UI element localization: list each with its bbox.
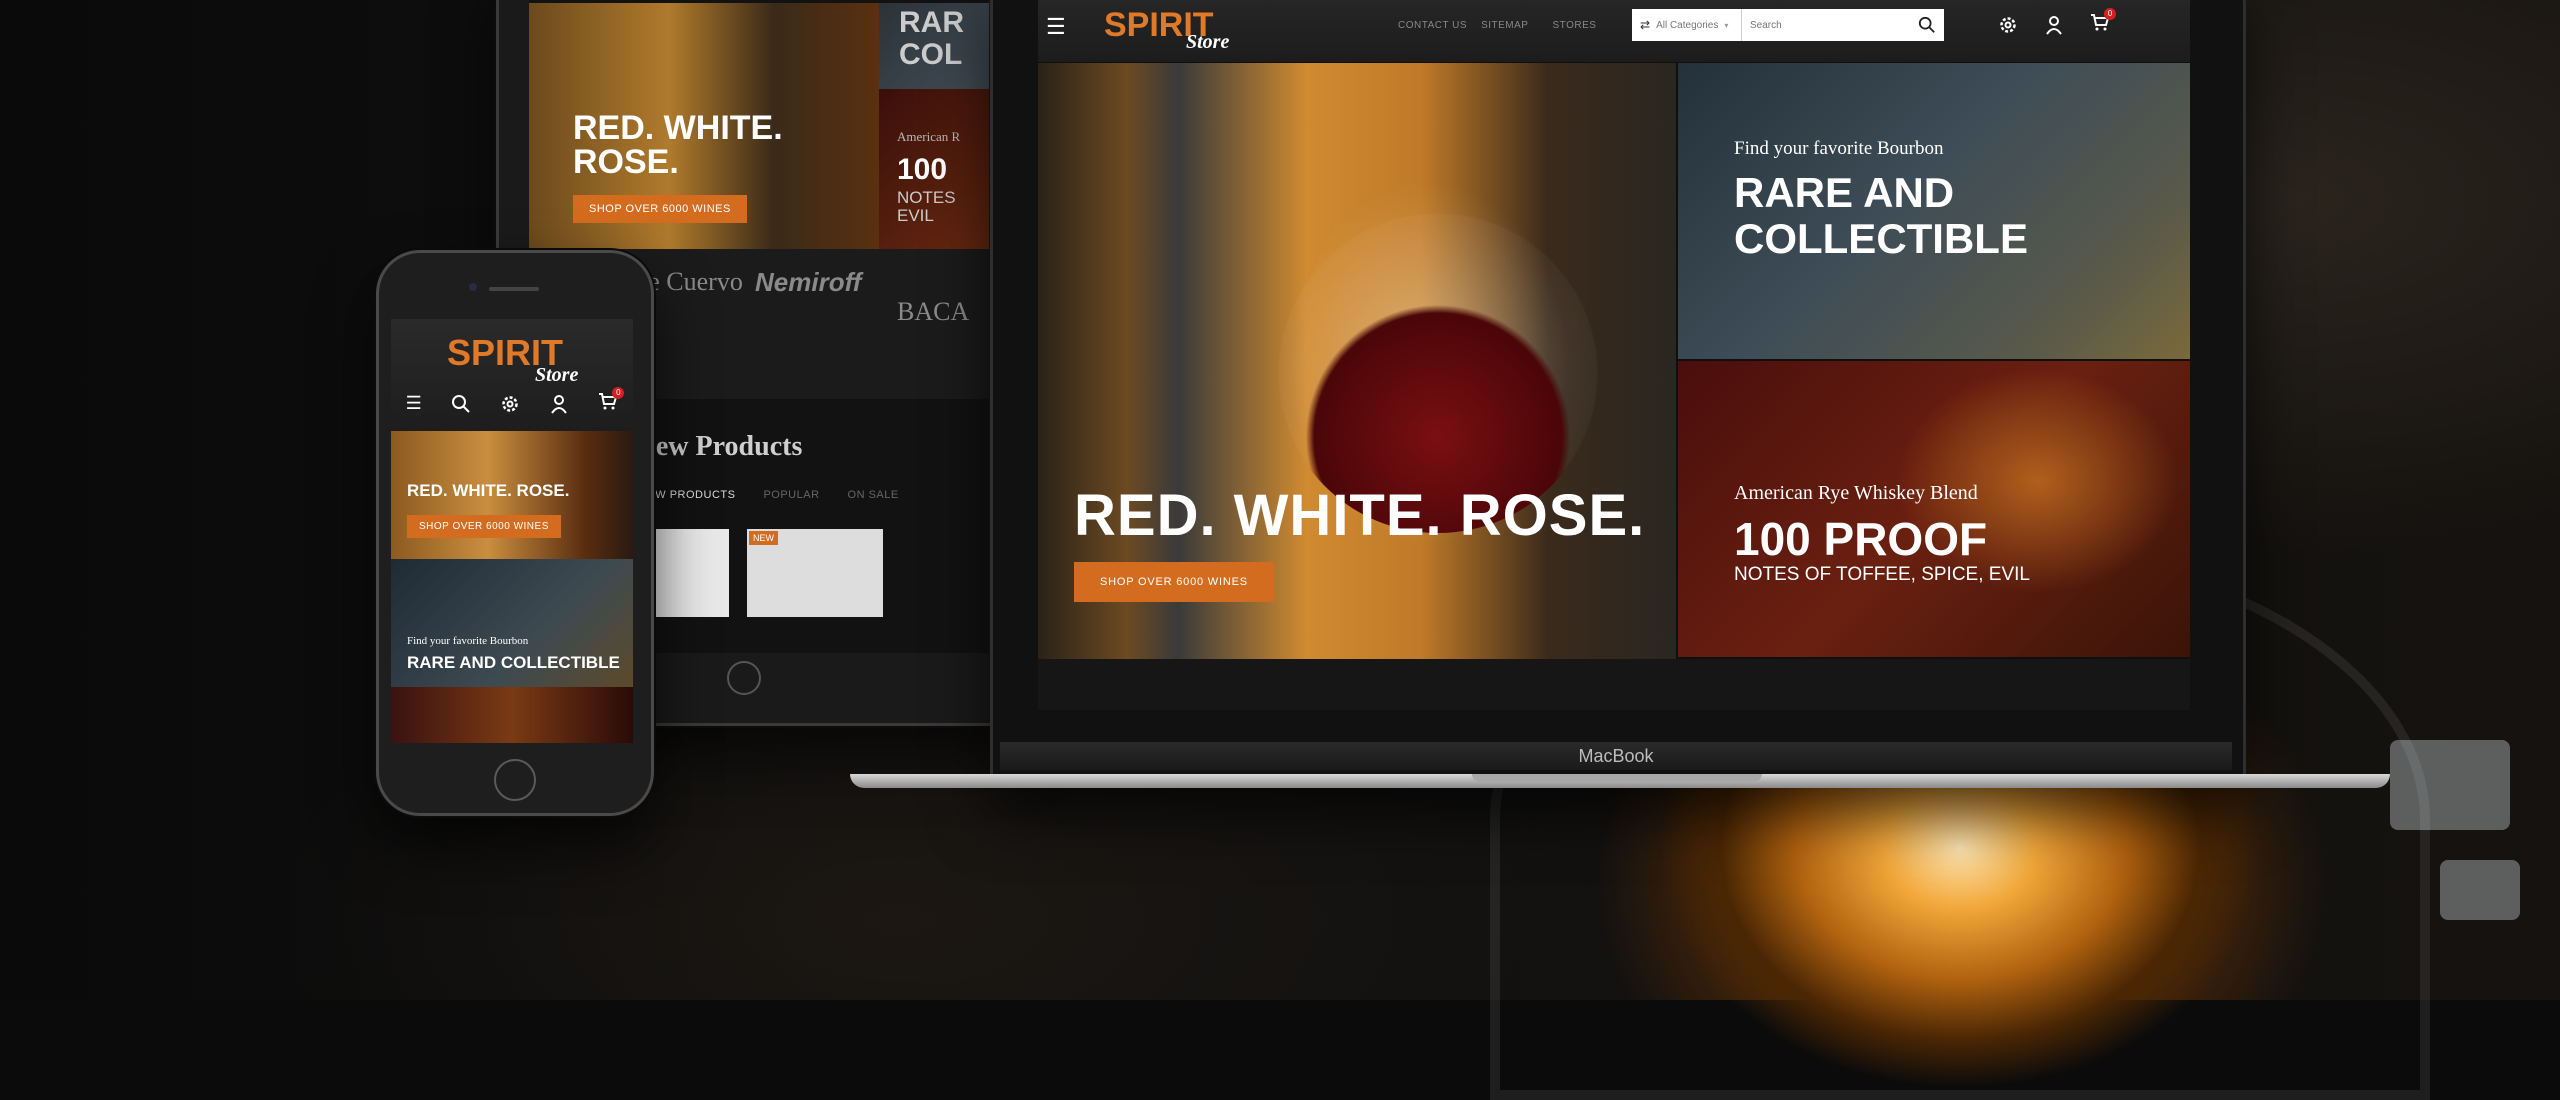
site-logo[interactable]: SPIRIT Store — [1104, 4, 1254, 61]
ice-cube-image — [2440, 860, 2520, 920]
category-select-value: All Categories — [1656, 19, 1719, 31]
menu-icon[interactable]: ☰ — [1046, 14, 1066, 40]
top-nav: CONTACT US SITEMAP STORES — [1398, 20, 1596, 31]
phone-screen: SPIRIT Store ☰ 0 RED. WHITE. ROSE. SHOP … — [391, 319, 633, 743]
cart-count-badge: 0 — [612, 387, 625, 399]
phone-home-button[interactable] — [494, 759, 536, 801]
phone-device: SPIRIT Store ☰ 0 RED. WHITE. ROSE. SHOP … — [376, 250, 654, 816]
cart-count-badge: 0 — [2104, 8, 2116, 20]
search-button[interactable] — [1910, 9, 1944, 41]
gear-icon[interactable] — [500, 394, 520, 414]
nav-contact-us[interactable]: CONTACT US — [1398, 20, 1467, 31]
tablet-home-button[interactable] — [727, 661, 761, 695]
product-tabs: NEW PRODUCTS POPULAR ON SALE — [639, 489, 899, 501]
bourbon-title: RARE AND COLLECTIBLE — [1734, 169, 2028, 262]
hero-title: RED. WHITE. ROSE. — [1074, 483, 1646, 548]
tab-on-sale[interactable]: ON SALE — [848, 489, 899, 501]
phone-icon-bar: ☰ 0 — [391, 387, 633, 416]
phone-hero2-title: RARE AND COLLECTIBLE — [407, 653, 620, 672]
nav-sitemap[interactable]: SITEMAP — [1481, 20, 1528, 31]
gear-icon[interactable] — [1998, 15, 2018, 35]
user-icon[interactable] — [2044, 15, 2064, 35]
chevron-down-icon: ▾ — [1724, 20, 1729, 30]
bourbon-subtitle: Find your favorite Bourbon — [1734, 138, 1944, 159]
phone-shop-button[interactable]: SHOP OVER 6000 WINES — [407, 515, 561, 538]
ice-cube-image — [2390, 740, 2510, 830]
header-actions: 0 — [1998, 8, 2116, 37]
tablet-notes: NOTES EVIL — [897, 188, 956, 225]
new-badge: NEW — [749, 531, 778, 545]
shop-wines-button[interactable]: SHOP OVER 6000 WINES — [1074, 562, 1274, 602]
search-input[interactable] — [1742, 18, 1910, 32]
phone-camera — [469, 283, 477, 291]
nav-stores[interactable]: STORES — [1552, 20, 1596, 31]
search-bar: ⇄ All Categories ▾ — [1632, 9, 1944, 41]
laptop-screen: ☰ SPIRIT Store CONTACT US SITEMAP STORES… — [1038, 0, 2190, 710]
logo-script: Store — [1186, 31, 1229, 53]
rye-title: 100 PROOF — [1734, 513, 1988, 565]
shuffle-icon: ⇄ — [1640, 18, 1651, 32]
cart-button[interactable]: 0 — [2090, 8, 2116, 37]
laptop-brand-label: MacBook — [1578, 746, 1654, 766]
rye-whiskey-banner[interactable] — [1678, 361, 2190, 657]
logo-script: Store — [535, 364, 578, 386]
tablet-proof-title: 100 — [897, 153, 948, 186]
cart-button[interactable]: 0 — [598, 387, 625, 416]
phone-hero2-subtitle: Find your favorite Bourbon — [407, 635, 529, 647]
search-icon[interactable] — [451, 394, 471, 414]
spirit-store-logo: SPIRIT Store — [447, 332, 578, 386]
rye-notes: NOTES OF TOFFEE, SPICE, EVIL — [1734, 564, 2030, 585]
tablet-shop-button[interactable]: SHOP OVER 6000 WINES — [573, 195, 747, 223]
menu-icon[interactable]: ☰ — [406, 393, 422, 414]
user-icon[interactable] — [549, 394, 569, 414]
laptop-base-notch — [1472, 774, 1762, 782]
product-card[interactable]: NEW — [747, 529, 883, 617]
tablet-hero-title: RED. WHITE. ROSE. — [573, 109, 783, 181]
laptop-chin: MacBook — [1000, 742, 2232, 770]
tablet-rare-title: RAR COL — [899, 6, 964, 71]
rye-subtitle: American Rye Whiskey Blend — [1734, 482, 1978, 504]
tab-popular[interactable]: POPULAR — [763, 489, 819, 501]
category-select[interactable]: ⇄ All Categories ▾ — [1632, 9, 1742, 41]
phone-speaker — [489, 287, 539, 291]
brand-logo-bacardi[interactable]: BACA — [897, 297, 969, 327]
phone-hero-title: RED. WHITE. ROSE. — [407, 481, 570, 500]
tablet-american-sub: American R — [897, 129, 961, 144]
phone-logo[interactable]: SPIRIT Store — [447, 329, 587, 394]
phone-hero-rye-image — [391, 687, 633, 743]
brand-logo-nemiroff[interactable]: Nemiroff — [755, 267, 861, 298]
brand-strip — [1038, 659, 2190, 710]
spirit-store-logo: SPIRIT Store — [1104, 6, 1229, 53]
search-icon — [1918, 16, 1935, 33]
